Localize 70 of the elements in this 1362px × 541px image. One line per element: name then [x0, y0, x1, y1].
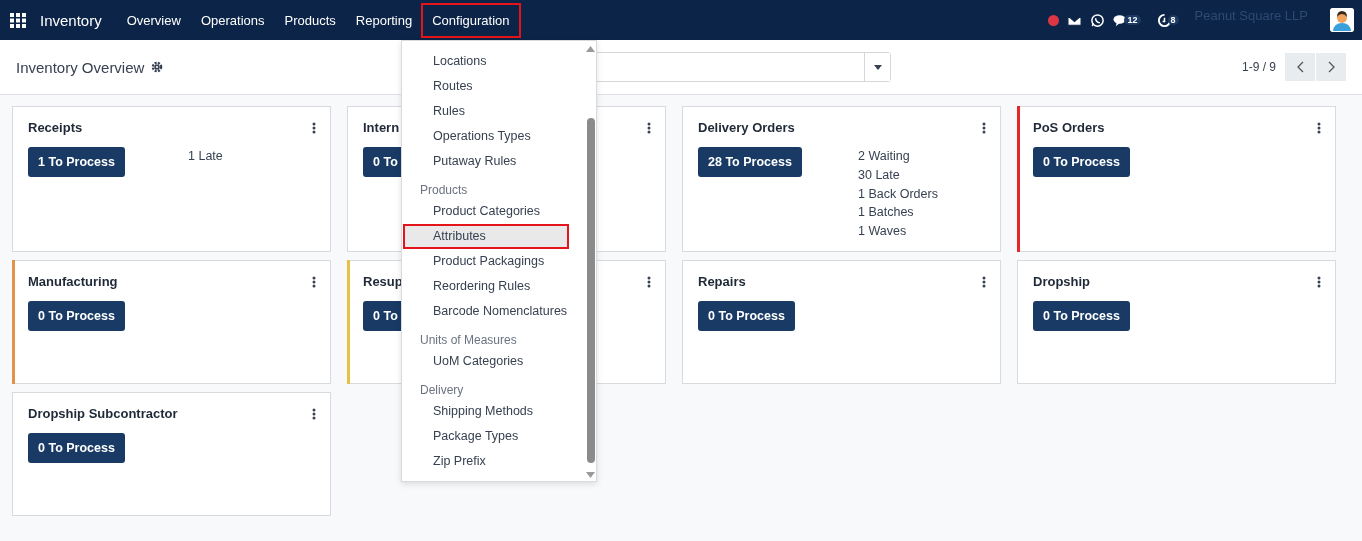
process-button[interactable]: 28 To Process	[698, 147, 802, 177]
card-title[interactable]: Dropship Subcontractor	[28, 406, 178, 421]
more-options-icon[interactable]	[312, 121, 316, 134]
scroll-down-icon[interactable]	[586, 472, 596, 478]
dropdown-item[interactable]: Shipping Methods	[403, 399, 570, 424]
more-options-icon[interactable]	[982, 121, 986, 134]
stat-link[interactable]: 2 Waiting	[858, 147, 986, 166]
stat-link[interactable]: 1 Late	[188, 147, 316, 166]
chevron-left-icon	[1296, 61, 1304, 73]
more-options-icon[interactable]	[312, 407, 316, 420]
card-title[interactable]: Resup	[363, 274, 403, 289]
process-button[interactable]: 0 To Process	[28, 301, 125, 331]
pager: 1-9 / 9	[1241, 60, 1276, 74]
dropdown-item[interactable]: Attributes	[403, 224, 570, 249]
dropdown-item[interactable]: Product Categories	[403, 199, 570, 224]
more-options-icon[interactable]	[647, 275, 651, 288]
menu-item[interactable]: Overview	[115, 2, 192, 38]
settings-icon[interactable]	[151, 61, 164, 73]
stat-link[interactable]: 1 Waves	[858, 222, 986, 241]
card-title[interactable]: PoS Orders	[1033, 120, 1105, 135]
process-button[interactable]: 0 To Process	[28, 433, 125, 463]
card-title[interactable]: Dropship	[1033, 274, 1091, 289]
card-title[interactable]: Delivery Orders	[698, 120, 795, 135]
dropdown-item[interactable]: Package Types	[403, 424, 570, 449]
search-field[interactable]	[595, 52, 892, 82]
stat-link[interactable]: 30 Late	[858, 165, 986, 185]
avatar-icon[interactable]	[1330, 8, 1354, 32]
process-button[interactable]: 0 To Process	[698, 301, 795, 331]
dropdown-item[interactable]: Routes	[403, 74, 570, 99]
more-options-icon[interactable]	[1317, 275, 1321, 288]
status-dot[interactable]	[1048, 14, 1060, 26]
stat-link[interactable]: 1 Back Orders	[858, 184, 986, 204]
more-options-icon[interactable]	[647, 121, 651, 134]
menu-section-header: Products	[419, 182, 469, 199]
more-options-icon[interactable]	[312, 275, 316, 288]
dropdown-item[interactable]: Locations	[403, 49, 570, 74]
dropdown-item[interactable]: UoM Categories	[403, 349, 570, 374]
menu-item[interactable]: Products	[273, 2, 347, 38]
menu-item[interactable]: Configuration	[421, 2, 521, 38]
card-title[interactable]: Repairs	[698, 274, 746, 289]
card-title[interactable]: Intern	[363, 120, 400, 135]
apps-menu-icon[interactable]	[10, 12, 26, 28]
scrollbar-thumb[interactable]	[587, 118, 596, 463]
message-count: 12	[1124, 15, 1141, 25]
stat-link[interactable]: 1 Batches	[858, 203, 986, 223]
more-options-icon[interactable]	[1317, 121, 1321, 134]
menu-item[interactable]: Operations	[189, 2, 276, 38]
chevron-right-icon	[1327, 61, 1335, 73]
phone-chat-icon[interactable]	[1090, 12, 1106, 28]
card-title[interactable]: Manufacturing	[28, 274, 118, 289]
page-title: Inventory Overview	[16, 58, 145, 76]
clock-icon[interactable]	[1156, 12, 1172, 28]
card-title[interactable]: Receipts	[28, 120, 83, 135]
process-button[interactable]: 0 To Process	[1033, 147, 1130, 177]
dropdown-item[interactable]: Operations Types	[403, 124, 570, 149]
more-options-icon[interactable]	[982, 275, 986, 288]
process-button[interactable]: 0 To Process	[1033, 301, 1130, 331]
process-button[interactable]: 1 To Process	[28, 147, 125, 177]
caret-icon	[873, 64, 882, 70]
search-options-button[interactable]	[864, 53, 891, 81]
app-name[interactable]: Inventory	[40, 11, 102, 29]
activity-count: 8	[1167, 15, 1179, 25]
dropdown-item[interactable]: Reordering Rules	[403, 274, 570, 299]
menu-section-header: Units of Measures	[419, 332, 518, 349]
menu-item[interactable]: Reporting	[344, 2, 424, 38]
dropdown-item[interactable]: Product Packagings	[403, 249, 570, 274]
dropdown-item[interactable]: Zip Prefix	[403, 449, 570, 474]
scroll-up-icon[interactable]	[586, 46, 596, 52]
dropdown-item[interactable]: Rules	[403, 99, 570, 124]
menu-section-header: Delivery	[419, 382, 465, 399]
